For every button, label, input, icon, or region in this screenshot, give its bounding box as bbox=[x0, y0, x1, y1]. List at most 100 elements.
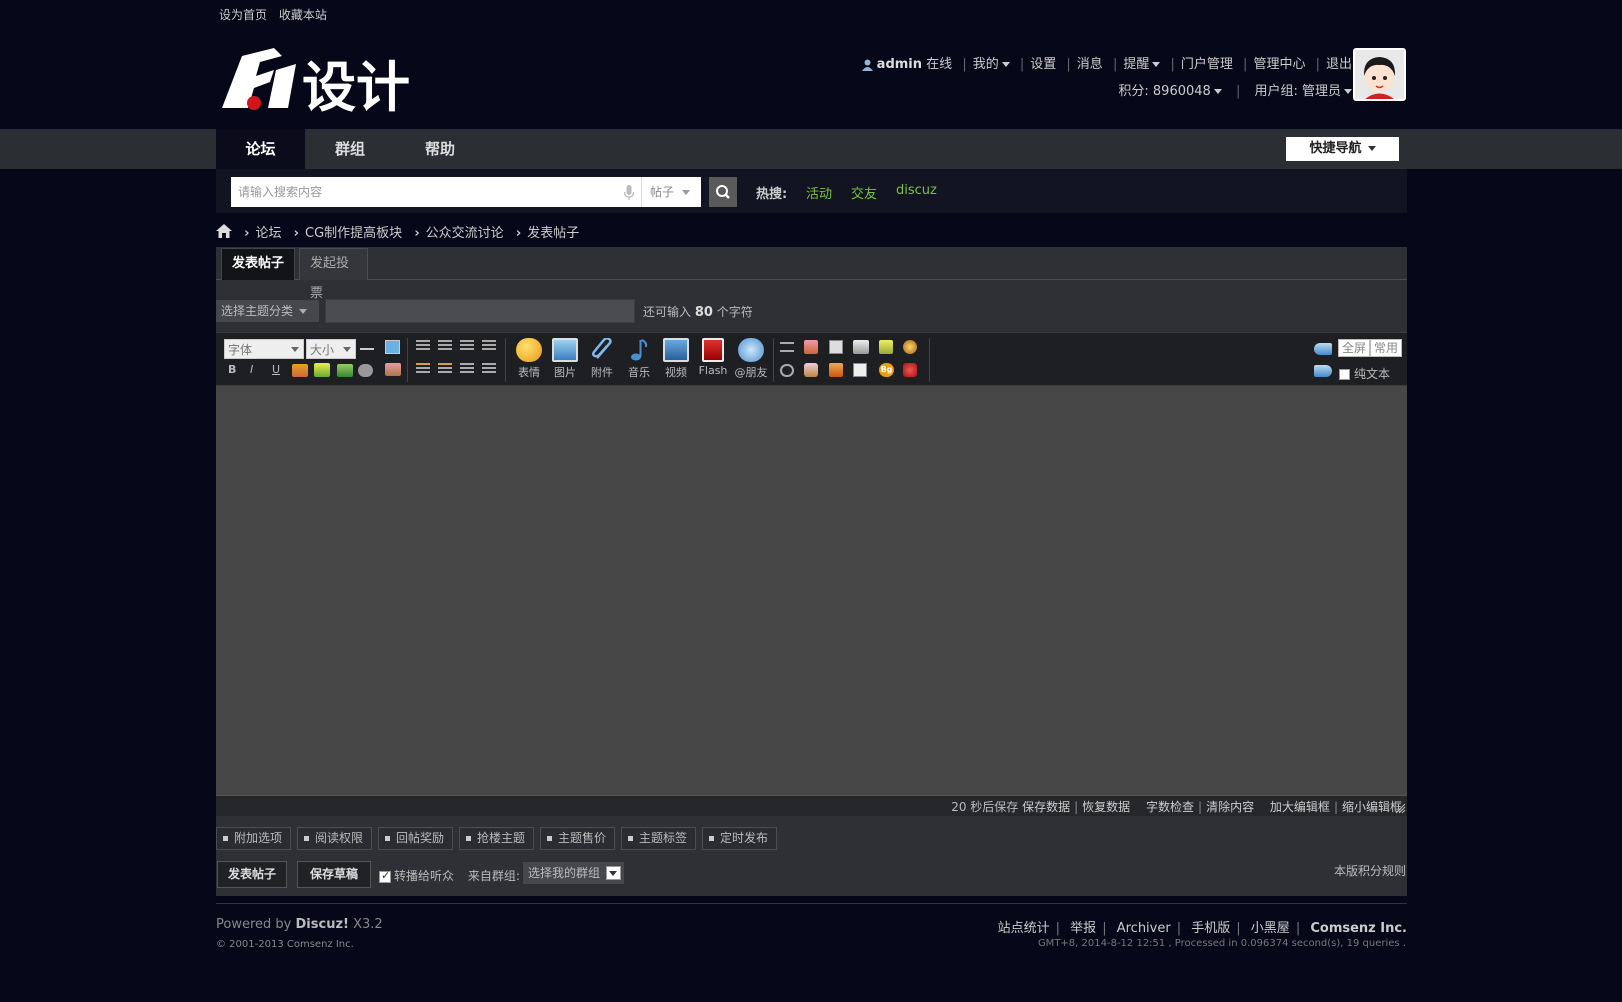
float-left-icon[interactable] bbox=[416, 363, 430, 376]
image-button[interactable]: 图片 bbox=[547, 338, 583, 380]
set-homepage-link[interactable]: 设为首页 bbox=[219, 8, 267, 22]
option-reply-reward[interactable]: 回帖奖励 bbox=[378, 827, 454, 850]
unlink-icon[interactable] bbox=[337, 364, 353, 377]
password-icon[interactable] bbox=[903, 340, 917, 354]
hide-content-icon[interactable] bbox=[879, 340, 893, 354]
image-box-icon[interactable] bbox=[385, 340, 400, 354]
group-select[interactable]: 选择我的群组 bbox=[523, 862, 624, 884]
quick-nav-button[interactable]: 快捷导航 bbox=[1286, 137, 1399, 161]
underline-icon[interactable]: U bbox=[272, 364, 286, 376]
mention-friend-button[interactable]: @朋友 bbox=[731, 338, 771, 380]
dropdown-toggle[interactable] bbox=[606, 866, 621, 880]
ordered-list-icon[interactable] bbox=[460, 363, 474, 376]
username-link[interactable]: admin bbox=[877, 57, 922, 72]
emoticon-button[interactable]: 表情 bbox=[511, 338, 547, 380]
clear-content-link[interactable]: 清除内容 bbox=[1206, 800, 1254, 814]
tab-new-poll[interactable]: 发起投票 bbox=[299, 248, 368, 301]
float-right-icon[interactable] bbox=[438, 363, 452, 376]
shrink-editor-link[interactable]: 缩小编辑框 bbox=[1342, 800, 1402, 814]
align-justify-icon[interactable] bbox=[482, 340, 496, 353]
word-check-link[interactable]: 字数检查 bbox=[1146, 800, 1194, 814]
search-button[interactable] bbox=[709, 177, 737, 207]
option-floor-grab[interactable]: 抢楼主题 bbox=[459, 827, 535, 850]
plain-text-toggle[interactable]: 纯文本 bbox=[1339, 365, 1390, 382]
category-select[interactable]: 选择主题分类 bbox=[216, 300, 319, 322]
mobile-link[interactable]: 手机版 bbox=[1191, 921, 1230, 936]
my-menu[interactable]: 我的 bbox=[973, 57, 1010, 72]
relay-checkbox[interactable] bbox=[379, 869, 391, 883]
option-tags[interactable]: 主题标签 bbox=[621, 827, 697, 850]
logout-link[interactable]: 退出 bbox=[1326, 57, 1352, 72]
tab-new-post[interactable]: 发表帖子 bbox=[221, 248, 295, 280]
settings-link[interactable]: 设置 bbox=[1030, 57, 1056, 72]
bookmark-site-link[interactable]: 收藏本站 bbox=[279, 8, 327, 22]
quote-icon[interactable] bbox=[780, 342, 794, 352]
flash-button[interactable]: Flash bbox=[695, 338, 731, 377]
page-break-icon[interactable] bbox=[853, 363, 867, 377]
search-input[interactable] bbox=[231, 177, 621, 207]
home-icon[interactable] bbox=[216, 224, 232, 238]
common-mode-button[interactable]: 常用 bbox=[1370, 339, 1403, 357]
bold-icon[interactable]: B bbox=[228, 364, 242, 376]
option-extra[interactable]: 附加选项 bbox=[216, 827, 292, 850]
font-color-icon[interactable] bbox=[292, 364, 308, 377]
background-icon[interactable]: Bg bbox=[879, 363, 894, 377]
breadcrumb-board[interactable]: CG制作提高板块 bbox=[305, 226, 402, 241]
breadcrumb-forum[interactable]: 论坛 bbox=[256, 226, 282, 241]
plain-text-checkbox[interactable] bbox=[1339, 369, 1350, 380]
font-select[interactable]: 字体 bbox=[224, 339, 304, 359]
horizontal-rule-icon[interactable] bbox=[360, 348, 374, 350]
archiver-link[interactable]: Archiver bbox=[1117, 921, 1171, 936]
search-type-select[interactable]: 帖子 bbox=[641, 177, 701, 207]
title-input[interactable] bbox=[325, 299, 635, 323]
italic-icon[interactable]: I bbox=[250, 364, 264, 376]
option-read-permission[interactable]: 阅读权限 bbox=[297, 827, 373, 850]
video-button[interactable]: 视频 bbox=[658, 338, 694, 380]
site-stats-link[interactable]: 站点统计 bbox=[998, 921, 1050, 936]
points-menu[interactable]: 积分: 8960048 bbox=[1118, 84, 1222, 99]
option-price[interactable]: 主题售价 bbox=[540, 827, 616, 850]
free-content-icon[interactable] bbox=[829, 340, 843, 354]
nav-help[interactable]: 帮助 bbox=[395, 129, 485, 169]
comsenz-link[interactable]: Comsenz Inc. bbox=[1310, 921, 1407, 936]
avatar[interactable] bbox=[1353, 48, 1406, 101]
align-left-icon[interactable] bbox=[416, 340, 430, 353]
fullscreen-button[interactable]: 全屏 bbox=[1338, 339, 1371, 357]
settings-gear-icon[interactable] bbox=[358, 364, 373, 377]
user-group-menu[interactable]: 用户组: 管理员 bbox=[1254, 84, 1352, 99]
editor-textarea[interactable] bbox=[216, 386, 1407, 795]
hot-term-discuz[interactable]: discuz bbox=[896, 183, 937, 198]
nav-groups[interactable]: 群组 bbox=[305, 129, 395, 169]
undo-icon[interactable] bbox=[780, 364, 794, 377]
microphone-icon[interactable] bbox=[623, 185, 635, 201]
save-data-link[interactable]: 保存数据 bbox=[1022, 800, 1070, 814]
align-right-icon[interactable] bbox=[460, 340, 474, 353]
discuz-link[interactable]: Discuz! bbox=[296, 917, 349, 932]
enlarge-editor-link[interactable]: 加大编辑框 bbox=[1270, 800, 1330, 814]
messages-link[interactable]: 消息 bbox=[1077, 57, 1103, 72]
paste-icon[interactable] bbox=[804, 363, 818, 377]
resize-handle-icon[interactable] bbox=[1395, 803, 1406, 814]
save-draft-button[interactable]: 保存草稿 bbox=[297, 861, 371, 888]
portal-admin-link[interactable]: 门户管理 bbox=[1181, 57, 1233, 72]
restore-data-link[interactable]: 恢复数据 bbox=[1082, 800, 1130, 814]
code-icon[interactable] bbox=[804, 340, 818, 354]
red-envelope-icon[interactable] bbox=[903, 363, 917, 377]
attachment-button[interactable]: 附件 bbox=[584, 337, 620, 380]
table-icon[interactable] bbox=[853, 340, 869, 354]
download-icon[interactable] bbox=[829, 363, 843, 377]
nav-forum[interactable]: 论坛 bbox=[216, 129, 305, 169]
site-logo[interactable]: 设计 bbox=[216, 42, 416, 119]
reminders-menu[interactable]: 提醒 bbox=[1123, 57, 1161, 72]
switch-mode-back-icon[interactable] bbox=[1314, 365, 1332, 377]
board-points-rules-link[interactable]: 本版积分规则 bbox=[1334, 862, 1406, 879]
breadcrumb-subforum[interactable]: 公众交流讨论 bbox=[426, 226, 504, 241]
admin-center-link[interactable]: 管理中心 bbox=[1253, 57, 1305, 72]
hot-term-activity[interactable]: 活动 bbox=[806, 183, 832, 202]
switch-mode-icon[interactable] bbox=[1314, 343, 1332, 355]
unordered-list-icon[interactable] bbox=[482, 363, 496, 376]
hot-term-friends[interactable]: 交友 bbox=[851, 183, 877, 202]
align-center-icon[interactable] bbox=[438, 340, 452, 353]
blacklist-link[interactable]: 小黑屋 bbox=[1251, 921, 1290, 936]
size-select[interactable]: 大小 bbox=[306, 339, 356, 359]
